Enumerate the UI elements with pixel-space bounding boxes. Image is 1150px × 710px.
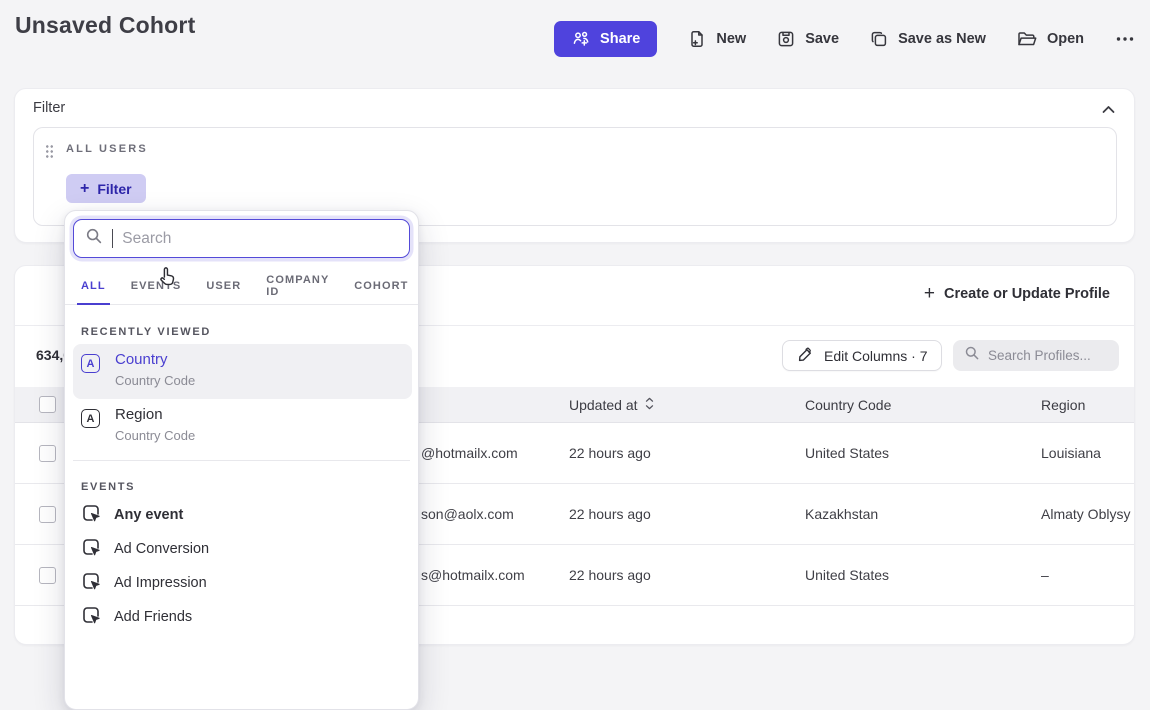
- event-click-icon: [81, 503, 101, 528]
- profiles-search-input[interactable]: [988, 348, 1098, 363]
- save-button-label: Save: [805, 31, 839, 47]
- item-subtitle: Country Code: [115, 428, 195, 443]
- edit-columns-button[interactable]: Edit Columns · 7: [782, 340, 942, 371]
- share-button[interactable]: Share: [554, 21, 657, 57]
- create-or-update-profile-button[interactable]: + Create or Update Profile: [924, 284, 1110, 303]
- cell-updated-at: 22 hours ago: [569, 545, 651, 605]
- column-header-label: Country Code: [805, 397, 891, 413]
- save-as-new-button[interactable]: Save as New: [869, 29, 986, 49]
- cell-updated-at: 22 hours ago: [569, 423, 651, 483]
- copy-icon: [869, 29, 889, 49]
- cell-email: @hotmailx.com: [421, 423, 518, 483]
- share-people-icon: [571, 29, 591, 49]
- search-icon: [964, 345, 980, 366]
- add-filter-button[interactable]: + Filter: [66, 174, 146, 203]
- list-item-any-event[interactable]: Any event: [81, 498, 401, 532]
- list-item-country[interactable]: A Country Country Code: [73, 344, 412, 399]
- column-header-label: Updated at: [569, 397, 638, 413]
- cell-country-code: Kazakhstan: [805, 484, 878, 544]
- list-item-ad-conversion[interactable]: Ad Conversion: [81, 532, 401, 566]
- new-button[interactable]: New: [687, 29, 746, 49]
- tab-user[interactable]: USER: [206, 267, 241, 304]
- cell-email: son@aolx.com: [421, 484, 514, 544]
- share-button-label: Share: [600, 31, 640, 47]
- event-title: Add Friends: [114, 609, 192, 625]
- recently-viewed-heading: RECENTLY VIEWED: [81, 326, 211, 338]
- folder-open-icon: [1016, 29, 1038, 49]
- app-window: Unsaved Cohort Share: [0, 0, 1150, 618]
- row-checkbox[interactable]: [39, 567, 56, 584]
- tab-all[interactable]: ALL: [81, 267, 106, 304]
- tab-company-id[interactable]: COMPANY ID: [266, 267, 329, 304]
- chevron-up-icon: [1102, 102, 1115, 117]
- open-button-label: Open: [1047, 31, 1084, 47]
- open-button[interactable]: Open: [1016, 29, 1084, 49]
- filter-group-label: ALL USERS: [66, 143, 148, 155]
- list-item-ad-impression[interactable]: Ad Impression: [81, 566, 401, 600]
- property-picker-dropdown: ALL EVENTS USER COMPANY ID COHORT RECENT…: [64, 210, 419, 710]
- header-actions: Share New Save: [554, 21, 1136, 57]
- cell-region: Louisiana: [1041, 423, 1101, 483]
- row-checkbox[interactable]: [39, 445, 56, 462]
- divider: [73, 460, 410, 461]
- tab-cohort[interactable]: COHORT: [354, 267, 408, 304]
- hand-cursor-icon: [155, 265, 178, 293]
- dropdown-search: [73, 219, 410, 258]
- save-button[interactable]: Save: [776, 29, 839, 49]
- create-or-update-profile-label: Create or Update Profile: [944, 286, 1110, 302]
- cell-region: –: [1041, 545, 1049, 605]
- list-item-region[interactable]: A Region Country Code: [73, 399, 412, 454]
- dropdown-search-input[interactable]: [122, 230, 382, 248]
- sort-icon[interactable]: [645, 397, 654, 413]
- cell-email: s@hotmailx.com: [421, 545, 525, 605]
- new-document-icon: [687, 29, 707, 49]
- item-title: Region: [115, 406, 163, 423]
- collapse-filter-button[interactable]: [1098, 98, 1119, 121]
- list-item-add-friends[interactable]: Add Friends: [81, 600, 401, 634]
- plus-icon: +: [80, 180, 89, 198]
- more-dots-icon: [1114, 29, 1136, 49]
- save-icon: [776, 29, 796, 49]
- save-as-new-button-label: Save as New: [898, 31, 986, 47]
- cell-updated-at: 22 hours ago: [569, 484, 651, 544]
- page-title: Unsaved Cohort: [15, 12, 195, 39]
- profiles-search: [953, 340, 1119, 371]
- event-click-icon: [81, 605, 101, 630]
- event-click-icon: [81, 571, 101, 596]
- more-actions-button[interactable]: [1114, 29, 1136, 49]
- new-button-label: New: [716, 31, 746, 47]
- letter-a-icon: A: [81, 409, 100, 428]
- item-subtitle: Country Code: [115, 373, 195, 388]
- cell-country-code: United States: [805, 545, 889, 605]
- plus-icon: +: [924, 284, 935, 303]
- column-header-region[interactable]: Region: [1041, 387, 1085, 422]
- drag-handle-icon[interactable]: [45, 144, 54, 158]
- filter-panel-title: Filter: [33, 100, 65, 116]
- column-header-label: Region: [1041, 397, 1085, 413]
- item-title: Country: [115, 351, 168, 368]
- event-title: Any event: [114, 507, 183, 523]
- event-click-icon: [81, 537, 101, 562]
- dropdown-tabs: ALL EVENTS USER COMPANY ID COHORT: [65, 267, 418, 305]
- pencil-icon: [797, 346, 814, 366]
- edit-columns-label: Edit Columns · 7: [824, 348, 927, 364]
- cell-country-code: United States: [805, 423, 889, 483]
- search-icon: [85, 227, 103, 250]
- column-header-updated-at[interactable]: Updated at: [569, 387, 654, 422]
- event-title: Ad Conversion: [114, 541, 209, 557]
- text-caret: [112, 229, 113, 248]
- row-checkbox[interactable]: [39, 506, 56, 523]
- events-heading: EVENTS: [81, 481, 135, 493]
- event-title: Ad Impression: [114, 575, 207, 591]
- select-all-checkbox[interactable]: [39, 396, 56, 413]
- letter-a-icon: A: [81, 354, 100, 373]
- column-header-country-code[interactable]: Country Code: [805, 387, 891, 422]
- add-filter-button-label: Filter: [97, 181, 131, 197]
- cell-region: Almaty Oblysy: [1041, 484, 1130, 544]
